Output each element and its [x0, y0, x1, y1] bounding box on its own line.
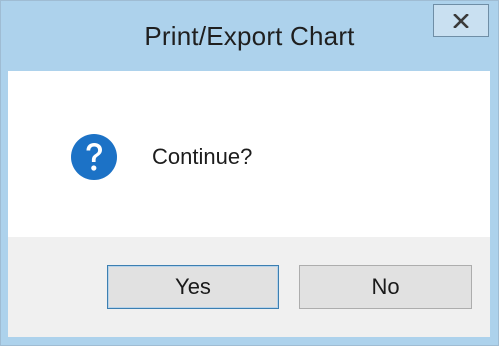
question-icon — [71, 134, 117, 180]
dialog-message: Continue? — [152, 144, 253, 169]
title-bar[interactable]: Print/Export Chart — [1, 1, 498, 71]
dialog-footer: Yes No — [8, 237, 490, 337]
dialog-content: Continue? — [8, 71, 490, 237]
no-button[interactable]: No — [299, 265, 472, 309]
dialog-window: Print/Export Chart Continue? Yes No — [0, 0, 499, 346]
yes-button[interactable]: Yes — [107, 265, 279, 309]
close-icon — [453, 13, 469, 28]
dialog-title: Print/Export Chart — [144, 21, 355, 51]
close-button[interactable] — [433, 4, 489, 37]
